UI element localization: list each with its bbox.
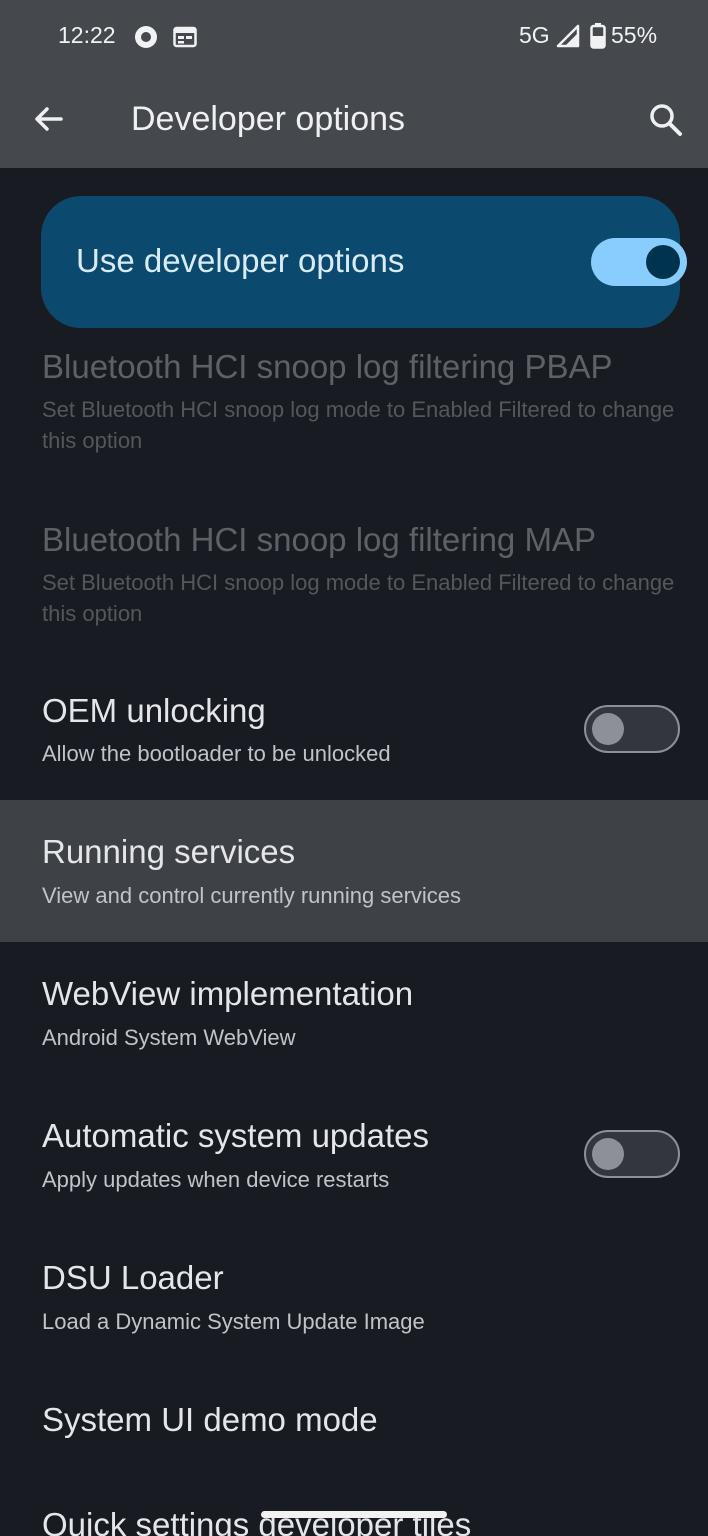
toggle-thumb (592, 713, 624, 745)
setting-subtitle: Android System WebView (42, 1025, 296, 1050)
search-icon (650, 104, 682, 136)
setting-hci-filter-map: Bluetooth HCI snoop log filtering MAP Se… (0, 505, 708, 661)
setting-subtitle: Load a Dynamic System Update Image (42, 1309, 425, 1334)
developer-options-screen: 12:22 5G 55% Developer options Use devel… (0, 0, 708, 1536)
setting-title: Automatic system updates (42, 1117, 430, 1154)
setting-automatic-system-updates[interactable]: Automatic system updates Apply updates w… (0, 1084, 708, 1226)
status-bar: 12:22 5G 55% (0, 0, 708, 72)
setting-title: Running services (42, 833, 296, 870)
ring-app-icon (135, 26, 157, 48)
setting-subtitle: Set Bluetooth HCI snoop log mode to Enab… (42, 397, 675, 453)
gesture-nav-handle[interactable] (261, 1511, 447, 1518)
page-title: Developer options (131, 100, 406, 138)
calendar-notification-icon (173, 26, 197, 48)
setting-dsu-loader[interactable]: DSU Loader Load a Dynamic System Update … (0, 1226, 708, 1368)
setting-subtitle: Allow the bootloader to be unlocked (42, 741, 391, 766)
back-button[interactable] (28, 98, 70, 140)
setting-running-services[interactable]: Running services View and control curren… (0, 800, 708, 942)
setting-subtitle: Set Bluetooth HCI snoop log mode to Enab… (42, 570, 675, 626)
setting-title: OEM unlocking (42, 692, 266, 729)
setting-subtitle: View and control currently running servi… (42, 883, 462, 908)
master-switch-label: Use developer options (76, 242, 405, 279)
setting-oem-unlocking[interactable]: OEM unlocking Allow the bootloader to be… (0, 660, 708, 800)
setting-webview-implementation[interactable]: WebView implementation Android System We… (0, 942, 708, 1084)
search-button[interactable] (646, 100, 686, 140)
setting-subtitle: Apply updates when device restarts (42, 1167, 390, 1192)
network-type: 5G (519, 22, 550, 48)
battery-icon (590, 23, 606, 49)
setting-hci-filter-pbap: Bluetooth HCI snoop log filtering PBAP S… (0, 332, 708, 488)
status-time: 12:22 (58, 22, 116, 48)
setting-title: Bluetooth HCI snoop log filtering MAP (42, 521, 596, 558)
oem-unlocking-toggle[interactable] (584, 705, 680, 753)
arrow-back-icon (35, 107, 63, 131)
setting-title: Bluetooth HCI snoop log filtering PBAP (42, 348, 613, 385)
master-toggle-switch[interactable] (591, 238, 687, 286)
use-developer-options-switch-card[interactable]: Use developer options (41, 196, 687, 328)
automatic-updates-toggle[interactable] (584, 1130, 680, 1178)
setting-title: System UI demo mode (42, 1401, 378, 1438)
top-app-bar: 12:22 5G 55% Developer options (0, 0, 708, 168)
setting-title: DSU Loader (42, 1259, 224, 1296)
setting-title: WebView implementation (42, 975, 414, 1012)
setting-system-ui-demo-mode[interactable]: System UI demo mode (0, 1368, 708, 1486)
toggle-thumb (646, 245, 680, 279)
toggle-thumb (592, 1138, 624, 1170)
battery-percentage: 55% (611, 22, 658, 48)
signal-icon (556, 24, 580, 48)
